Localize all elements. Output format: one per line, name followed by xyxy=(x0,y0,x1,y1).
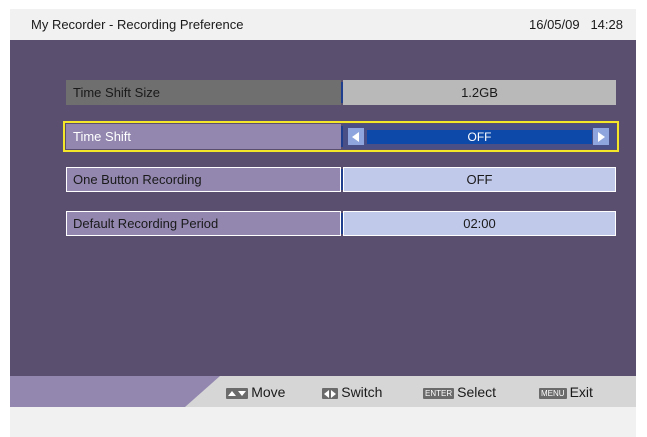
hint-exit: MENU Exit xyxy=(539,384,593,400)
right-arrow-icon xyxy=(598,132,605,142)
datetime: 16/05/09 14:28 xyxy=(529,17,623,32)
setting-row-one-button-recording[interactable]: One Button Recording OFF xyxy=(66,167,616,192)
setting-row-default-recording-period[interactable]: Default Recording Period 02:00 xyxy=(66,211,616,236)
hint-exit-label: Exit xyxy=(569,384,593,400)
bottom-bar xyxy=(10,407,636,437)
footer-accent xyxy=(10,376,220,407)
time: 14:28 xyxy=(590,17,623,32)
setting-value: OFF xyxy=(367,130,592,144)
hint-select: ENTER Select xyxy=(423,384,496,400)
settings-panel: Time Shift Size 1.2GB Time Shift OFF One… xyxy=(10,40,636,376)
setting-label: Default Recording Period xyxy=(66,211,341,236)
setting-label: One Button Recording xyxy=(66,167,341,192)
title-bar: My Recorder - Recording Preference 16/05… xyxy=(10,9,636,40)
hint-move: Move xyxy=(226,384,285,400)
setting-value: 02:00 xyxy=(343,211,616,236)
setting-label: Time Shift xyxy=(66,124,341,149)
setting-value: 1.2GB xyxy=(343,80,616,105)
next-option-button[interactable] xyxy=(593,128,609,145)
page-title: My Recorder - Recording Preference xyxy=(31,17,244,32)
up-down-arrows-icon xyxy=(226,388,249,399)
hint-select-label: Select xyxy=(457,384,497,400)
setting-row-time-shift[interactable]: Time Shift OFF xyxy=(63,121,619,152)
key-hint-bar: Move Switch ENTER Select MENU Exit xyxy=(10,376,636,407)
hint-switch-label: Switch xyxy=(341,384,383,400)
previous-option-button[interactable] xyxy=(348,128,364,145)
left-arrow-icon xyxy=(352,132,359,142)
left-right-arrows-icon xyxy=(322,388,339,399)
setting-row-time-shift-size: Time Shift Size 1.2GB xyxy=(66,80,616,105)
hint-switch: Switch xyxy=(322,384,382,400)
setting-value: OFF xyxy=(343,167,616,192)
hint-move-label: Move xyxy=(251,384,286,400)
setting-value-selector[interactable]: OFF xyxy=(343,124,616,149)
enter-key-icon: ENTER xyxy=(423,388,455,399)
menu-key-icon: MENU xyxy=(539,388,567,399)
setting-label: Time Shift Size xyxy=(66,80,341,105)
date: 16/05/09 xyxy=(529,17,580,32)
